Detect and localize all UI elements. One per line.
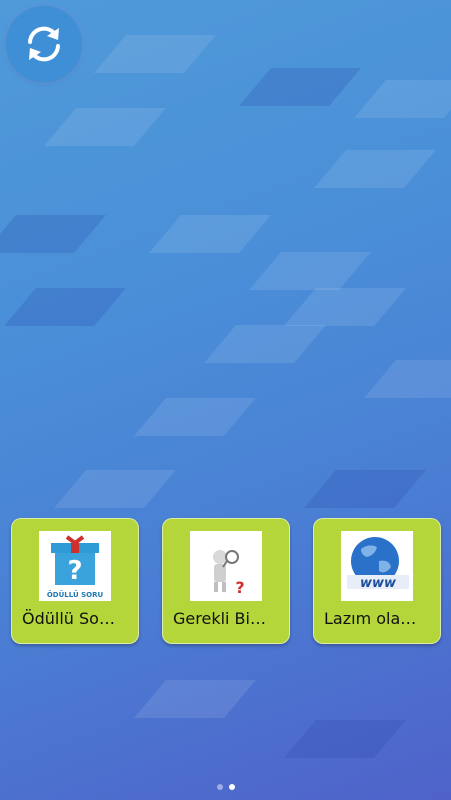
icon-caption: ÖDÜLLÜ SORU bbox=[47, 590, 104, 599]
refresh-button[interactable] bbox=[6, 6, 82, 82]
page-dot-active[interactable] bbox=[228, 784, 235, 790]
background-tile bbox=[204, 325, 326, 363]
background-tile bbox=[354, 80, 451, 118]
background-tile bbox=[249, 252, 371, 290]
figure-magnifier-question-icon: ? bbox=[190, 531, 262, 601]
gift-box-question-icon: ? ÖDÜLLÜ SORU bbox=[39, 531, 111, 601]
background-tile bbox=[134, 398, 256, 436]
background-tile bbox=[304, 470, 426, 508]
background-tile bbox=[239, 68, 361, 106]
tile-label: Gerekli Bi… bbox=[173, 609, 266, 628]
background-tile bbox=[314, 150, 436, 188]
page-indicator bbox=[0, 784, 451, 790]
background-tile bbox=[364, 360, 451, 398]
background-tile bbox=[0, 215, 106, 253]
tile-label: Ödüllü So… bbox=[22, 609, 115, 628]
background-tile bbox=[94, 35, 216, 73]
icon-caption: www bbox=[360, 576, 397, 591]
globe-www-icon: www bbox=[341, 531, 413, 601]
app-tiles: ? ÖDÜLLÜ SORU Ödüllü So… ? Gerekli Bi… w… bbox=[11, 518, 441, 644]
tile-gerekli-bilgiler[interactable]: ? Gerekli Bi… bbox=[162, 518, 290, 644]
page-dot-inactive[interactable] bbox=[216, 784, 223, 790]
tile-lazim-olabilir[interactable]: www Lazım ola… bbox=[313, 518, 441, 644]
svg-text:?: ? bbox=[235, 578, 244, 597]
background-tile bbox=[4, 288, 126, 326]
background-pattern bbox=[0, 0, 451, 800]
background-tile bbox=[149, 215, 271, 253]
background-tile bbox=[134, 680, 256, 718]
svg-text:?: ? bbox=[67, 556, 82, 586]
tile-label: Lazım ola… bbox=[324, 609, 417, 628]
background-tile bbox=[284, 720, 406, 758]
refresh-icon bbox=[28, 26, 60, 62]
background-tile bbox=[284, 288, 406, 326]
background-tile bbox=[54, 470, 176, 508]
background-tile bbox=[44, 108, 166, 146]
tile-odullu-soru[interactable]: ? ÖDÜLLÜ SORU Ödüllü So… bbox=[11, 518, 139, 644]
